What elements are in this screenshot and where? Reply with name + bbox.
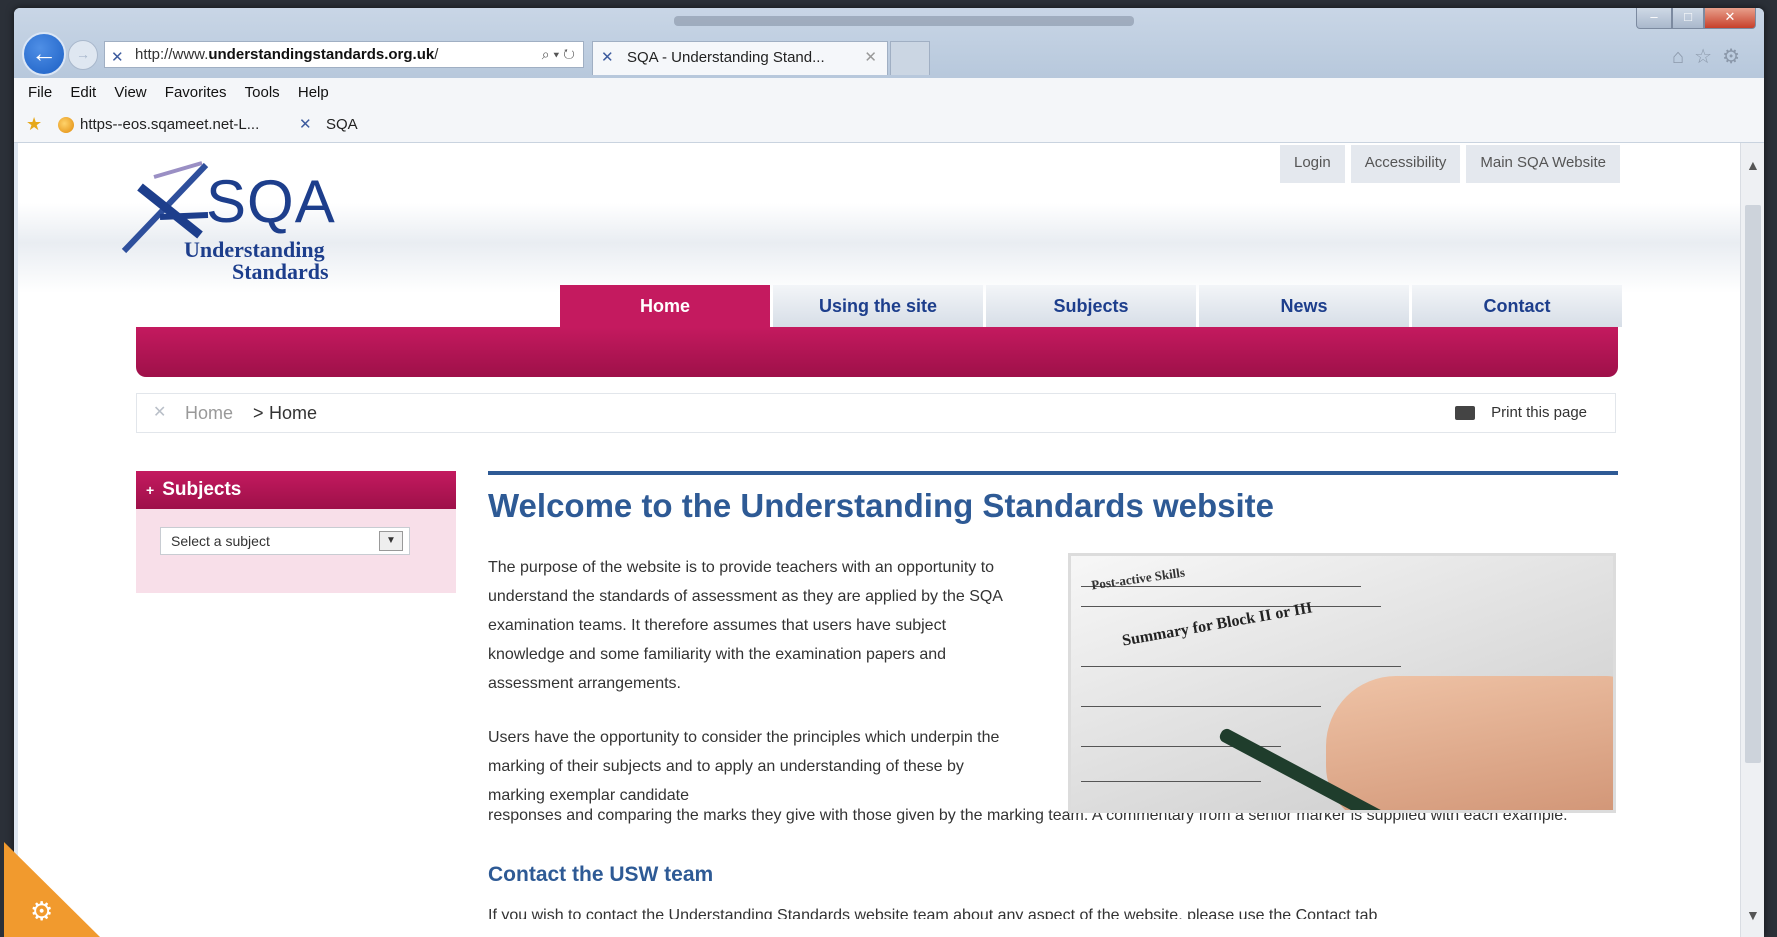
page-viewport: SQA Understanding Standards Login Access… <box>18 143 1740 937</box>
photo-form-title: Summary for Block II or III <box>1120 599 1314 650</box>
tab-favicon-icon: ✕ <box>601 49 614 66</box>
breadcrumb-home-link[interactable]: Home <box>185 394 233 432</box>
minimize-button[interactable]: – <box>1636 8 1672 29</box>
gear-icon[interactable]: ⚙ <box>1722 46 1750 68</box>
form-line <box>1081 606 1381 607</box>
login-link[interactable]: Login <box>1279 145 1345 183</box>
intro-paragraph: The purpose of the website is to provide… <box>488 559 1003 692</box>
browser-window: – □ ✕ ← → ✕ http://www.understandingstan… <box>14 8 1764 937</box>
accessibility-link[interactable]: Accessibility <box>1350 145 1461 183</box>
close-window-button[interactable]: ✕ <box>1704 8 1756 29</box>
hand-shape <box>1326 676 1613 810</box>
contact-heading: Contact the USW team <box>488 863 714 886</box>
subjects-panel-header: + Subjects <box>136 471 456 509</box>
main-sqa-website-link[interactable]: Main SQA Website <box>1466 145 1620 183</box>
menu-help[interactable]: Help <box>298 78 329 108</box>
breadcrumb: ✕ Home > Home Print this page <box>136 393 1616 433</box>
subject-select[interactable]: Select a subject ▼ <box>160 527 410 555</box>
subjects-panel-title: Subjects <box>162 479 242 500</box>
address-text: http://www.understandingstandards.org.uk… <box>135 46 439 63</box>
add-favorite-icon[interactable]: ★ <box>26 114 42 135</box>
plus-icon: + <box>146 482 155 498</box>
favorite-link-sqa[interactable]: SQA <box>326 116 358 133</box>
printer-icon[interactable] <box>1455 406 1475 420</box>
nav-home[interactable]: Home <box>560 285 770 327</box>
form-line <box>1081 706 1321 707</box>
nav-subjects[interactable]: Subjects <box>986 285 1196 327</box>
sqa-logo[interactable]: SQA Understanding Standards <box>120 157 335 284</box>
menu-edit[interactable]: Edit <box>70 78 96 108</box>
nav-news[interactable]: News <box>1199 285 1409 327</box>
favorites-bar: ★ https--eos.sqameet.net-L... ✕ SQA <box>14 108 1764 143</box>
window-controls: – □ ✕ <box>1636 8 1756 32</box>
menu-tools[interactable]: Tools <box>245 78 280 108</box>
heading-rule <box>488 471 1618 475</box>
menu-bar: File Edit View Favorites Tools Help <box>14 78 1764 108</box>
scroll-down-icon[interactable]: ▼ <box>1746 907 1760 923</box>
eos-favicon-icon <box>58 117 74 133</box>
subjects-panel: + Subjects Select a subject ▼ <box>136 471 456 593</box>
nav-accent-bar <box>136 327 1618 377</box>
menu-view[interactable]: View <box>114 78 146 108</box>
favorite-link-eos[interactable]: https--eos.sqameet.net-L... <box>80 116 259 133</box>
close-tab-icon[interactable]: ✕ <box>864 42 877 74</box>
breadcrumb-current: Home <box>269 403 318 423</box>
print-page-link[interactable]: Print this page <box>1491 394 1587 432</box>
nav-contact[interactable]: Contact <box>1412 285 1622 327</box>
back-button[interactable]: ← <box>22 32 66 76</box>
breadcrumb-separator: > <box>253 403 264 423</box>
form-line <box>1081 666 1401 667</box>
form-line <box>1081 781 1261 782</box>
address-bar[interactable]: ✕ http://www.understandingstandards.org.… <box>104 41 584 68</box>
scroll-up-icon[interactable]: ▲ <box>1746 157 1760 173</box>
logo-wordmark: SQA <box>206 168 336 235</box>
favorites-star-icon[interactable]: ☆ <box>1694 46 1722 68</box>
browser-tools: ⌂☆⚙ <box>1672 44 1750 69</box>
menu-favorites[interactable]: Favorites <box>165 78 227 108</box>
contact-paragraph: If you wish to contact the Understanding… <box>488 907 1378 919</box>
subject-select-value: Select a subject <box>171 533 270 549</box>
tab-title: SQA - Understanding Stand... <box>627 49 825 66</box>
main-content: Welcome to the Understanding Standards w… <box>488 471 1618 919</box>
nav-using-the-site[interactable]: Using the site <box>773 285 983 327</box>
home-icon[interactable]: ⌂ <box>1672 46 1694 68</box>
browser-tab[interactable]: ✕ SQA - Understanding Stand... ✕ <box>592 41 888 75</box>
photo-form-text: Post-active Skills <box>1090 564 1186 593</box>
scrollbar-thumb[interactable] <box>1745 205 1761 763</box>
breadcrumb-logo-icon: ✕ <box>153 404 167 421</box>
utility-links: Login Accessibility Main SQA Website <box>1274 145 1620 183</box>
sqa-favicon-icon: ✕ <box>299 116 312 133</box>
title-bar: – □ ✕ ← → ✕ http://www.understandingstan… <box>14 8 1764 78</box>
site-favicon-icon: ✕ <box>111 49 124 66</box>
menu-file[interactable]: File <box>28 78 52 108</box>
marking-photo: Post-active Skills Summary for Block II … <box>1068 553 1616 813</box>
window-title <box>674 16 1134 26</box>
search-refresh-icons[interactable]: ⌕ ▾ ↻ <box>542 42 575 67</box>
chevron-down-icon[interactable]: ▼ <box>379 531 403 551</box>
principles-paragraph: Users have the opportunity to consider t… <box>488 729 1000 804</box>
logo-subtitle-2: Standards <box>232 259 329 284</box>
maximize-button[interactable]: □ <box>1672 8 1704 29</box>
forward-button[interactable]: → <box>68 40 98 70</box>
settings-gear-icon[interactable]: ⚙ <box>30 896 53 927</box>
vertical-scrollbar[interactable]: ▲ ▼ <box>1740 143 1764 937</box>
main-nav: Home Using the site Subjects News Contac… <box>560 285 1625 327</box>
new-tab-button[interactable] <box>890 41 930 75</box>
page-title: Welcome to the Understanding Standards w… <box>488 487 1275 524</box>
